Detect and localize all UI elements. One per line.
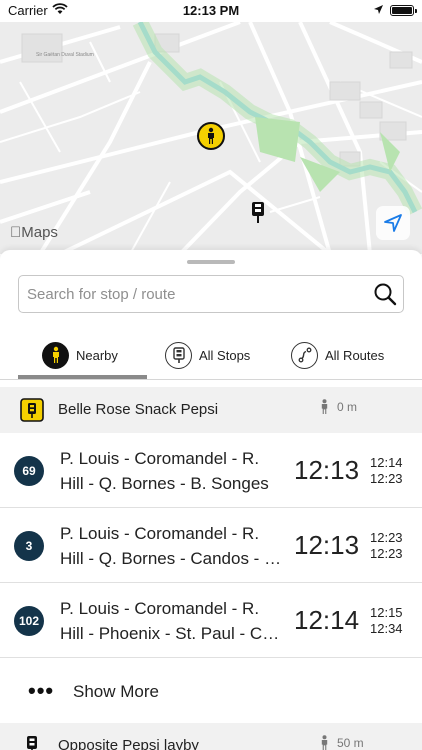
search-input[interactable] bbox=[27, 276, 367, 312]
apple-logo-icon:  bbox=[10, 224, 21, 241]
stop-name: Opposite Pepsi layby bbox=[58, 737, 199, 750]
clock: 12:13 PM bbox=[182, 3, 240, 18]
route-number-badge: 69 bbox=[14, 456, 44, 486]
tab-all-stops-label: All Stops bbox=[199, 347, 251, 363]
route-name: P. Louis - Coromandel - R. Hill - Q. Bor… bbox=[60, 446, 288, 496]
tab-nearby-label: Nearby bbox=[76, 347, 118, 363]
later-departures: 12:23 12:23 bbox=[370, 530, 403, 562]
battery-icon bbox=[390, 5, 417, 16]
locate-me-button[interactable] bbox=[376, 206, 410, 240]
tab-all-stops[interactable]: All Stops bbox=[165, 330, 250, 380]
maps-attribution-text: Maps bbox=[10, 224, 58, 241]
route-icon bbox=[291, 341, 318, 369]
later-departures: 12:14 12:23 bbox=[370, 455, 403, 487]
route-number-badge: 3 bbox=[14, 531, 44, 561]
distance-label: 0 m bbox=[337, 400, 358, 414]
tab-all-routes-label: All Routes bbox=[325, 347, 385, 363]
route-name-line: Hill - Phoenix - St. Paul - Curepipe bbox=[60, 624, 288, 643]
later-departure-time: 12:23 bbox=[370, 530, 403, 545]
next-departure-time: 12:13 bbox=[294, 530, 360, 560]
next-departure-time: 12:14 bbox=[294, 605, 360, 635]
route-name-line: P. Louis - Coromandel - R. bbox=[60, 449, 260, 468]
location-arrow-icon bbox=[373, 3, 384, 18]
bus-stop-icon bbox=[20, 398, 44, 422]
walking-distance: 0 m bbox=[320, 399, 357, 415]
route-name-line: P. Louis - Coromandel - R. bbox=[60, 599, 260, 618]
route-row[interactable]: 3 P. Louis - Coromandel - R. Hill - Q. B… bbox=[0, 508, 422, 583]
later-departure-time: 12:34 bbox=[370, 621, 403, 636]
later-departures: 12:15 12:34 bbox=[370, 605, 403, 637]
walking-person-icon bbox=[42, 341, 69, 369]
stop-name: Belle Rose Snack Pepsi bbox=[58, 401, 219, 418]
distance-label: 50 m bbox=[337, 736, 364, 750]
route-name-line: Hill - Q. Bornes - Candos - Curepipe bbox=[60, 549, 288, 568]
stop-header[interactable]: Belle Rose Snack Pepsi 0 m bbox=[0, 387, 422, 433]
walking-distance: 50 m bbox=[320, 735, 364, 750]
bus-stop-icon bbox=[27, 736, 37, 750]
route-name: P. Louis - Coromandel - R. Hill - Phoeni… bbox=[60, 596, 288, 646]
show-more-label: Show More bbox=[73, 682, 159, 701]
search-icon[interactable] bbox=[373, 282, 397, 306]
user-location-pin[interactable] bbox=[197, 122, 225, 150]
later-departure-time: 12:14 bbox=[370, 455, 403, 470]
route-name: P. Louis - Coromandel - R. Hill - Q. Bor… bbox=[60, 521, 288, 571]
stop-header[interactable]: Opposite Pepsi layby 50 m bbox=[0, 723, 422, 750]
route-row[interactable]: 69 P. Louis - Coromandel - R. Hill - Q. … bbox=[0, 433, 422, 508]
maps-attribution[interactable]: Maps bbox=[10, 224, 58, 241]
walking-person-icon bbox=[321, 735, 328, 750]
tab-bar: Nearby All Stops All Routes bbox=[0, 330, 422, 380]
walking-person-icon bbox=[208, 127, 214, 144]
tab-selection-indicator bbox=[18, 375, 147, 379]
bus-stop-marker[interactable] bbox=[250, 200, 266, 224]
later-departure-time: 12:23 bbox=[370, 546, 403, 561]
route-row[interactable]: 102 P. Louis - Coromandel - R. Hill - Ph… bbox=[0, 583, 422, 658]
bus-stop-icon bbox=[165, 341, 192, 369]
tab-all-routes[interactable]: All Routes bbox=[291, 330, 384, 380]
next-departure-time: 12:13 bbox=[294, 455, 360, 485]
bottom-sheet: Nearby All Stops All Routes Belle Rose S… bbox=[0, 250, 422, 750]
bus-stop-icon bbox=[252, 202, 264, 223]
show-more-button[interactable]: ••• Show More bbox=[0, 668, 422, 718]
location-arrow-icon bbox=[384, 214, 402, 232]
search-bar[interactable] bbox=[18, 275, 404, 313]
more-dots-icon: ••• bbox=[28, 678, 55, 703]
route-name-line: Hill - Q. Bornes - B. Songes bbox=[60, 474, 269, 493]
tab-nearby[interactable]: Nearby bbox=[42, 330, 118, 380]
route-name-line: P. Louis - Coromandel - R. bbox=[60, 524, 260, 543]
later-departure-time: 12:23 bbox=[370, 471, 403, 486]
route-number-badge: 102 bbox=[14, 606, 44, 636]
walking-person-icon bbox=[321, 399, 328, 414]
stadium-label: Sir Gaëtan Duval Stadium bbox=[36, 52, 94, 58]
sheet-grabber[interactable] bbox=[187, 260, 235, 264]
status-bar: Carrier 12:13 PM bbox=[0, 0, 422, 22]
map-view[interactable]: Sir Gaëtan Duval Stadium Maps bbox=[0, 22, 422, 254]
later-departure-time: 12:15 bbox=[370, 605, 403, 620]
